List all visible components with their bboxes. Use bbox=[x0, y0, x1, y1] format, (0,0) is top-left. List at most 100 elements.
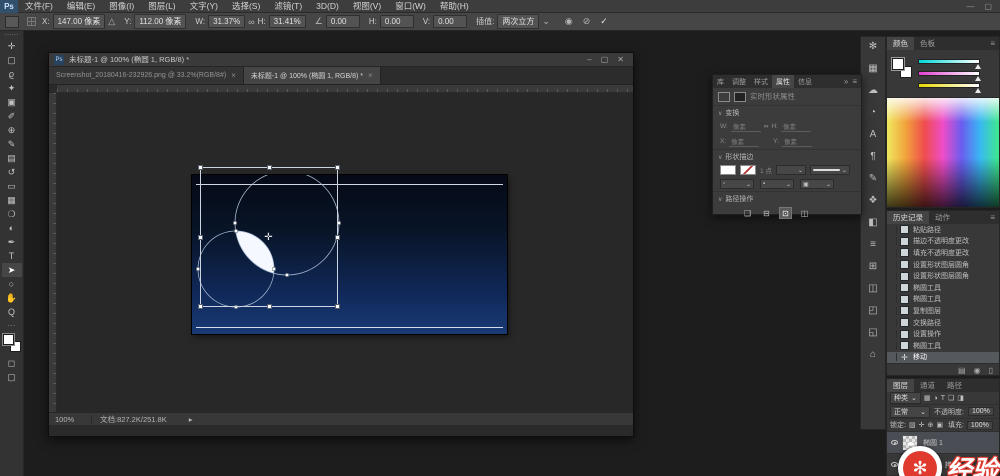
history-item[interactable]: 交换路径 bbox=[887, 317, 999, 329]
brush-tool[interactable]: ✎ bbox=[2, 137, 22, 151]
app-minimize-icon[interactable]: — bbox=[966, 2, 974, 11]
chevron-down-icon[interactable]: ∨ bbox=[718, 154, 722, 161]
tab-layers[interactable]: 图层 bbox=[887, 379, 914, 392]
history-source-checkbox[interactable] bbox=[889, 330, 897, 338]
history-item[interactable]: 复制图层 bbox=[887, 305, 999, 317]
handle-top-center[interactable] bbox=[267, 165, 272, 170]
panel-icon-clouds[interactable]: ☁ bbox=[868, 86, 878, 96]
panel-icon-paragraph[interactable]: ¶ bbox=[870, 152, 875, 162]
history-brush-tool[interactable]: ↺ bbox=[2, 165, 22, 179]
v-skew-field[interactable]: 0.00 bbox=[433, 15, 467, 28]
link-dimensions-icon[interactable]: ∞ bbox=[764, 123, 769, 130]
chevron-down-icon[interactable]: ∨ bbox=[718, 196, 722, 203]
collapse-panel-icon[interactable]: » bbox=[844, 77, 848, 86]
fill-field[interactable]: 100% bbox=[967, 421, 993, 430]
history-item[interactable]: 填充不透明度更改 bbox=[887, 247, 999, 259]
pen-tool[interactable]: ✒ bbox=[2, 235, 22, 249]
intersect-shape-areas-icon[interactable]: ⊡ bbox=[779, 207, 792, 219]
fill-color-swatch[interactable] bbox=[720, 165, 736, 175]
history-source-checkbox[interactable] bbox=[889, 226, 897, 234]
history-source-checkbox[interactable] bbox=[889, 353, 897, 361]
filter-type-icon[interactable]: T bbox=[941, 395, 945, 402]
angle-field[interactable]: 0.00 bbox=[326, 15, 360, 28]
panel-icon-libraries[interactable]: ❖ bbox=[869, 196, 878, 206]
stroke-cap-dropdown[interactable]: ▪⌄ bbox=[760, 179, 794, 189]
blue-slider[interactable] bbox=[918, 83, 980, 88]
filter-pixel-icon[interactable]: ▦ bbox=[924, 394, 931, 402]
hue-cube-spectrum[interactable] bbox=[887, 97, 999, 207]
stroke-width-value[interactable]: 1 点 bbox=[760, 165, 772, 175]
move-tool[interactable]: ✛ bbox=[2, 39, 22, 53]
panel-icon-menu[interactable]: ≡ bbox=[870, 240, 876, 250]
tab-libraries[interactable]: 库 bbox=[713, 75, 728, 88]
history-item[interactable]: 设置形状图层圆角 bbox=[887, 259, 999, 271]
history-source-checkbox[interactable] bbox=[889, 319, 897, 327]
slider-handle[interactable] bbox=[975, 64, 981, 69]
handle-middle-right[interactable] bbox=[335, 235, 340, 240]
history-item[interactable]: 粘贴路径 bbox=[887, 224, 999, 236]
panel-menu-icon[interactable]: ≡ bbox=[990, 211, 999, 224]
history-item[interactable]: 设置形状图层圆角 bbox=[887, 270, 999, 282]
history-source-checkbox[interactable] bbox=[889, 284, 897, 292]
filter-smart-icon[interactable]: ◨ bbox=[957, 394, 964, 402]
tab-paths[interactable]: 路径 bbox=[941, 379, 968, 392]
height-field[interactable]: 31.41% bbox=[269, 15, 306, 28]
tab-close-icon[interactable]: × bbox=[368, 71, 373, 80]
slider-handle[interactable] bbox=[975, 76, 981, 81]
panel-icon-brush[interactable]: ✎ bbox=[869, 174, 877, 184]
history-source-checkbox[interactable] bbox=[889, 295, 897, 303]
dodge-tool[interactable]: ◐ bbox=[2, 221, 22, 235]
eraser-tool[interactable]: ▭ bbox=[2, 179, 22, 193]
panel-icon-home[interactable]: ⌂ bbox=[870, 350, 876, 360]
layer-visibility-eye-icon[interactable] bbox=[891, 440, 898, 445]
panel-menu-icon[interactable]: ≡ bbox=[852, 77, 857, 86]
handle-top-right[interactable] bbox=[335, 165, 340, 170]
toolbar-more-dots[interactable]: ⋯ bbox=[8, 321, 16, 330]
reference-point-widget[interactable] bbox=[27, 17, 36, 26]
doc-minimize-icon[interactable]: – bbox=[587, 55, 591, 64]
menu-filter[interactable]: 滤镜(T) bbox=[267, 0, 309, 12]
new-doc-from-state-icon[interactable]: ▤ bbox=[958, 366, 966, 375]
handle-middle-left[interactable] bbox=[198, 235, 203, 240]
panel-icon-character[interactable]: A bbox=[870, 130, 877, 140]
panel-icon-navigator[interactable]: ◫ bbox=[868, 284, 877, 294]
slider-handle[interactable] bbox=[975, 88, 981, 93]
menu-edit[interactable]: 编辑(E) bbox=[60, 0, 102, 12]
history-source-checkbox[interactable] bbox=[889, 342, 897, 350]
blend-mode-dropdown[interactable]: 正常⌄ bbox=[890, 406, 930, 418]
history-item[interactable]: 椭圆工具 bbox=[887, 282, 999, 294]
lock-transparent-icon[interactable]: ▨ bbox=[909, 421, 916, 429]
lasso-tool[interactable]: ϱ bbox=[2, 67, 22, 81]
hand-tool[interactable]: ✋ bbox=[2, 291, 22, 305]
menu-view[interactable]: 视图(V) bbox=[346, 0, 388, 12]
menu-type[interactable]: 文字(Y) bbox=[183, 0, 225, 12]
opacity-field[interactable]: 100% bbox=[968, 407, 994, 416]
history-source-checkbox[interactable] bbox=[889, 307, 897, 315]
panel-icon-info[interactable]: ⊞ bbox=[869, 262, 877, 272]
new-snapshot-icon[interactable]: ◉ bbox=[974, 366, 981, 375]
panel-icon-notes[interactable]: ◱ bbox=[868, 328, 877, 338]
menu-select[interactable]: 选择(S) bbox=[225, 0, 267, 12]
shape-properties-icon[interactable] bbox=[718, 92, 730, 102]
chevron-down-icon[interactable]: ∨ bbox=[718, 110, 722, 117]
h-skew-field[interactable]: 0.00 bbox=[380, 15, 414, 28]
crop-tool[interactable]: ▣ bbox=[2, 95, 22, 109]
lock-artboard-icon[interactable]: ⊕ bbox=[927, 421, 933, 429]
menu-image[interactable]: 图像(I) bbox=[102, 0, 141, 12]
tool-preset-icon[interactable] bbox=[5, 16, 19, 28]
stroke-type-dropdown[interactable]: ⌄ bbox=[810, 165, 850, 175]
screen-mode-icon[interactable]: ▢ bbox=[2, 370, 22, 384]
handle-bottom-right[interactable] bbox=[335, 304, 340, 309]
tab-close-icon[interactable]: × bbox=[231, 71, 236, 80]
stroke-color-swatch[interactable] bbox=[740, 165, 756, 175]
tab-screenshot-png[interactable]: Screenshot_20180416-232926.png @ 33.2%(R… bbox=[49, 67, 244, 84]
zoom-tool[interactable]: Q bbox=[2, 305, 22, 319]
eyedropper-tool[interactable]: ✐ bbox=[2, 109, 22, 123]
shape-y-field[interactable]: 像素 bbox=[782, 136, 812, 147]
tab-actions[interactable]: 动作 bbox=[929, 211, 956, 224]
history-item[interactable]: 设置操作 bbox=[887, 328, 999, 340]
relative-position-icon[interactable]: △ bbox=[108, 16, 115, 27]
interpolation-dropdown[interactable]: 两次立方 bbox=[497, 14, 539, 29]
tab-untitled-1[interactable]: 未标题-1 @ 100% (椭圆 1, RGB/8) * × bbox=[244, 67, 381, 84]
red-slider[interactable] bbox=[918, 59, 980, 64]
